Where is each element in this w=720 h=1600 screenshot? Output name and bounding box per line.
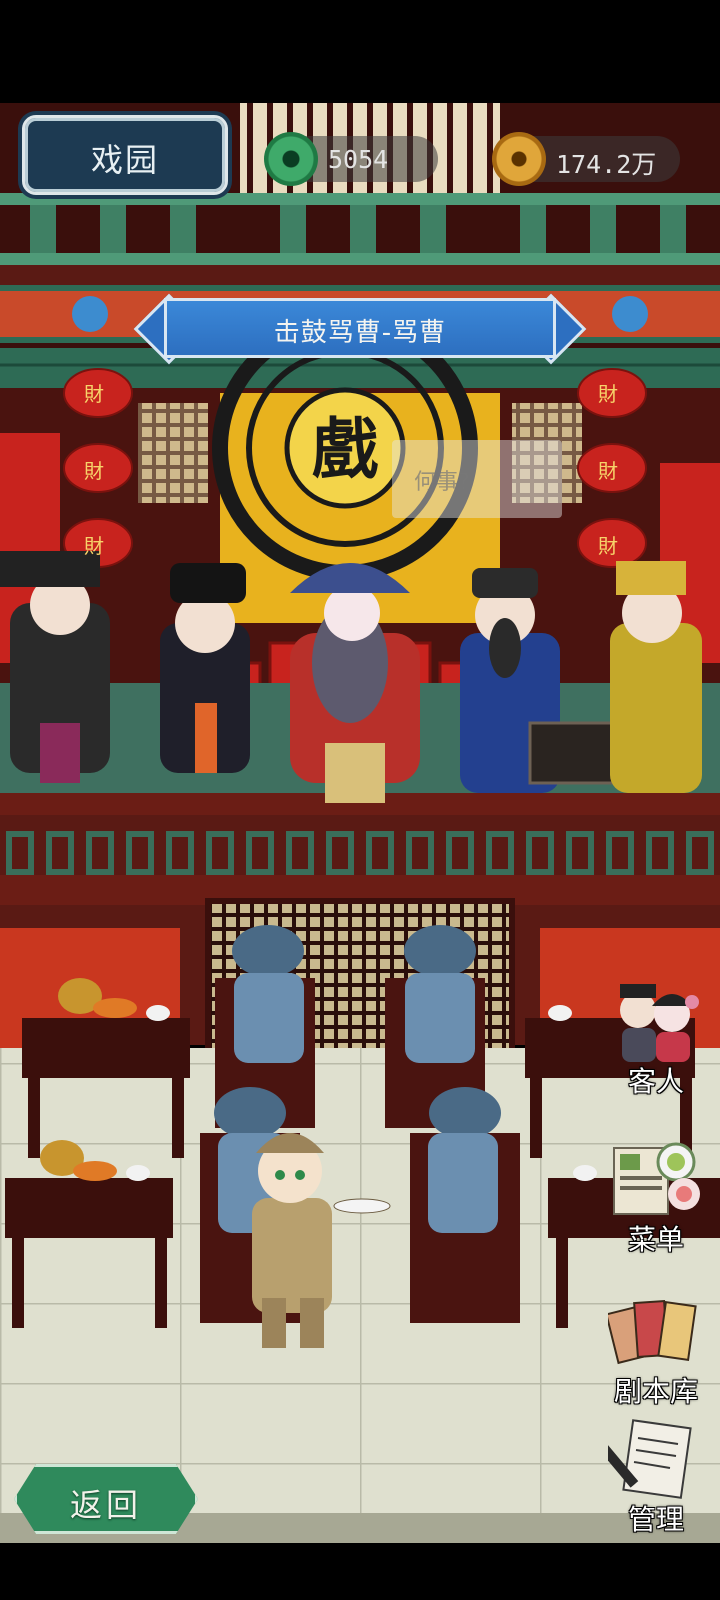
guests-icon: [620, 984, 699, 1062]
menu-icon: [613, 1142, 700, 1215]
lantern-label: 財: [598, 382, 618, 406]
current-play-banner: 击鼓骂曹-骂曹: [133, 293, 587, 365]
back-button[interactable]: 返回: [14, 1464, 198, 1534]
side-button-script-library-label: 剧本库: [613, 1374, 698, 1408]
gold-coin-icon: [492, 132, 546, 186]
faded-tooltip: 何事?: [392, 440, 562, 518]
jade-currency-display[interactable]: 5054: [264, 132, 438, 186]
side-button-guests[interactable]: 客人: [600, 980, 712, 1099]
faded-tooltip-text: 何事?: [414, 470, 470, 495]
lantern-left-2: 財: [84, 455, 104, 484]
jade-currency-value: 5054: [328, 145, 389, 174]
side-button-manage-label: 管理: [627, 1502, 684, 1536]
lantern-right-3: 財: [598, 530, 618, 559]
side-button-menu-label: 菜单: [627, 1222, 684, 1256]
lantern-label: 財: [84, 382, 104, 406]
lantern-left-1: 財: [84, 378, 104, 407]
lantern-label: 財: [598, 459, 618, 483]
lantern-label: 財: [598, 534, 618, 558]
stage-emblem: 戲: [300, 404, 390, 494]
lantern-label: 財: [84, 459, 104, 483]
back-button-label: 返回: [69, 1486, 142, 1524]
current-play-title: 击鼓骂曹-骂曹: [273, 318, 447, 348]
manage-icon: [608, 1419, 692, 1499]
lantern-left-3: 財: [84, 530, 104, 559]
venue-title-plate: 戏园: [22, 115, 228, 195]
side-button-guests-label: 客人: [627, 1064, 684, 1098]
side-button-script-library[interactable]: 剧本库: [600, 1290, 712, 1409]
gold-currency-display[interactable]: 174.2万: [492, 132, 680, 186]
jade-coin-icon: [264, 132, 318, 186]
gold-currency-value: 174.2万: [556, 150, 657, 179]
script-library-icon: [608, 1299, 697, 1365]
side-button-menu[interactable]: 菜单: [600, 1138, 712, 1257]
stage-emblem-char: 戲: [312, 410, 378, 488]
side-button-manage[interactable]: 管理: [600, 1418, 712, 1537]
lantern-right-1: 財: [598, 378, 618, 407]
venue-title: 戏园: [90, 141, 159, 179]
lantern-label: 財: [84, 534, 104, 558]
lantern-right-2: 財: [598, 455, 618, 484]
